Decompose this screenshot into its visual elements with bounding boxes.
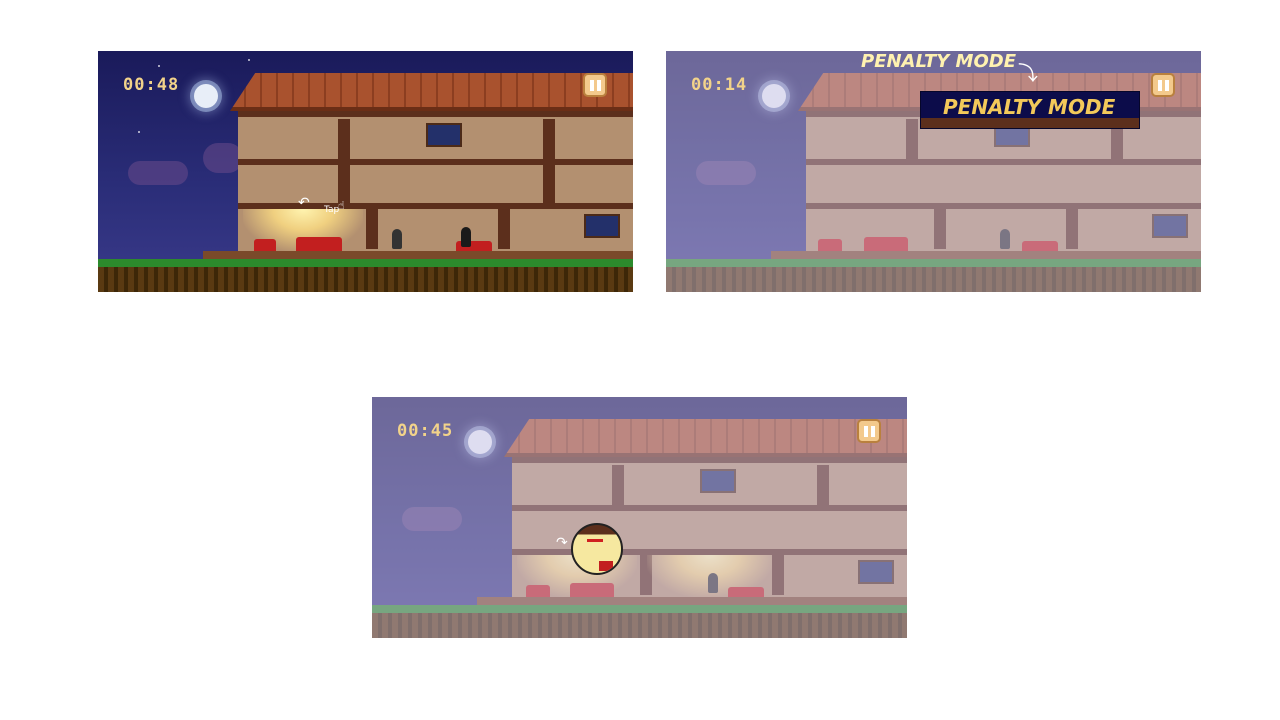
tap-hint-label: Tap xyxy=(324,205,340,215)
timer: 00:48 xyxy=(123,75,180,95)
star xyxy=(138,131,140,133)
sofa xyxy=(254,239,276,251)
house-beam xyxy=(543,165,555,205)
timer: 00:14 xyxy=(691,75,748,95)
cloud xyxy=(203,143,243,173)
penalty-caption: PENALTY MODE xyxy=(861,51,1017,72)
house-roof xyxy=(230,73,633,111)
game-scene: ↷ 00:45 xyxy=(372,397,907,638)
penalty-banner-text: PENALTY MODE xyxy=(943,95,1116,119)
house-beam xyxy=(338,119,350,159)
house-window xyxy=(426,123,462,147)
tap-hand-icon: ☝ xyxy=(338,199,345,212)
house-beam xyxy=(498,209,510,249)
game-scene: Tap ↶ ☝ 00:48 xyxy=(98,51,633,292)
game-screenshot-normal: Tap ↶ ☝ 00:48 xyxy=(98,51,633,292)
moon-icon xyxy=(194,84,218,108)
game-screenshot-penalty: 00:14 PENALTY MODE ⤵ PENALTY MODE xyxy=(666,51,1201,292)
house-floor xyxy=(238,111,633,117)
house-deck xyxy=(203,251,633,259)
magnifier-icon xyxy=(571,523,623,575)
sofa xyxy=(296,237,342,251)
penalty-banner: PENALTY MODE xyxy=(920,91,1140,129)
grass xyxy=(98,259,633,267)
game-scene: 00:14 PENALTY MODE ⤵ PENALTY MODE xyxy=(666,51,1201,292)
star xyxy=(158,65,160,67)
house-window xyxy=(584,214,620,238)
timer: 00:45 xyxy=(397,421,454,441)
house-beam xyxy=(366,209,378,249)
house-beam xyxy=(543,119,555,159)
dirt xyxy=(98,267,633,292)
game-screenshot-zoom: ↷ 00:45 xyxy=(372,397,907,638)
house-floor xyxy=(238,159,633,165)
cloud xyxy=(128,161,188,185)
ceiling-lamp xyxy=(587,539,603,542)
pause-button[interactable] xyxy=(583,73,607,97)
curved-arrow-icon: ⤵ xyxy=(1018,61,1038,85)
sofa xyxy=(599,561,613,571)
swipe-arrow-icon: ↶ xyxy=(298,195,310,211)
star xyxy=(248,59,250,61)
pause-button[interactable] xyxy=(857,419,881,443)
pause-button[interactable] xyxy=(1151,73,1175,97)
swipe-arrow-icon: ↷ xyxy=(556,535,568,551)
character xyxy=(392,229,402,249)
character xyxy=(461,227,471,247)
